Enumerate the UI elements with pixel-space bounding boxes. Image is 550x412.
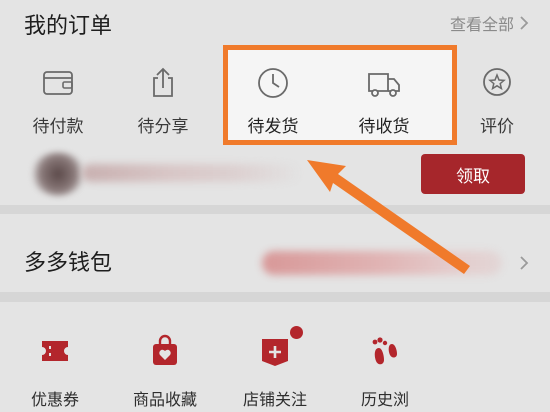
order-item-label: 待付款 [32, 117, 84, 137]
footprint-icon [372, 337, 397, 365]
order-item-label: 待收货 [358, 117, 410, 137]
store-follow-icon [262, 339, 288, 366]
view-all-label: 查看全部 [449, 15, 514, 34]
order-item-label: 评价 [480, 117, 514, 137]
clock-icon [258, 68, 288, 98]
claim-button[interactable]: 领取 [421, 154, 525, 194]
favorite-bag-icon [153, 334, 177, 365]
service-store-follow[interactable]: 店铺关注 [220, 334, 330, 410]
order-item-label: 待发货 [247, 117, 299, 137]
service-label: 店铺关注 [242, 390, 307, 409]
share-icon [153, 67, 173, 97]
service-label: 优惠券 [30, 390, 79, 409]
service-coupons[interactable]: 优惠券 [0, 334, 110, 410]
blurred-avatar [30, 152, 86, 196]
wallet-title: 多多钱包 [24, 251, 113, 276]
order-item-pending-receipt[interactable]: 待收货 [339, 66, 429, 142]
service-favorites[interactable]: 商品收藏 [110, 334, 220, 410]
blurred-text [82, 164, 302, 182]
order-item-pending-shipment[interactable]: 待发货 [228, 66, 318, 142]
chevron-right-icon [520, 256, 529, 270]
blurred-wallet-info [262, 251, 502, 275]
chevron-right-icon [520, 16, 529, 30]
order-item-label: 待分享 [137, 117, 189, 137]
ticket-icon [42, 341, 68, 361]
wallet-icon [43, 71, 73, 95]
order-item-review[interactable]: 评价 [452, 66, 542, 142]
orders-title: 我的订单 [24, 14, 113, 39]
orders-section: 我的订单 查看全部 待付款 待分享 待发货 待收货 评价 领取 [0, 0, 550, 205]
star-comment-icon [483, 68, 511, 96]
order-item-pending-payment[interactable]: 待付款 [13, 66, 103, 142]
service-label: 历史浏 [360, 390, 409, 409]
coupon-row: 领取 [0, 148, 550, 200]
notification-dot [290, 326, 303, 339]
service-history[interactable]: 历史浏 [330, 334, 440, 410]
view-all-orders-link[interactable]: 查看全部 [450, 11, 530, 35]
wallet-row[interactable]: 多多钱包 [0, 214, 550, 292]
service-label: 商品收藏 [132, 390, 197, 409]
truck-icon [368, 73, 400, 97]
order-item-pending-share[interactable]: 待分享 [118, 66, 208, 142]
services-section: 优惠券 商品收藏 店铺关注 历史浏 [0, 302, 550, 412]
